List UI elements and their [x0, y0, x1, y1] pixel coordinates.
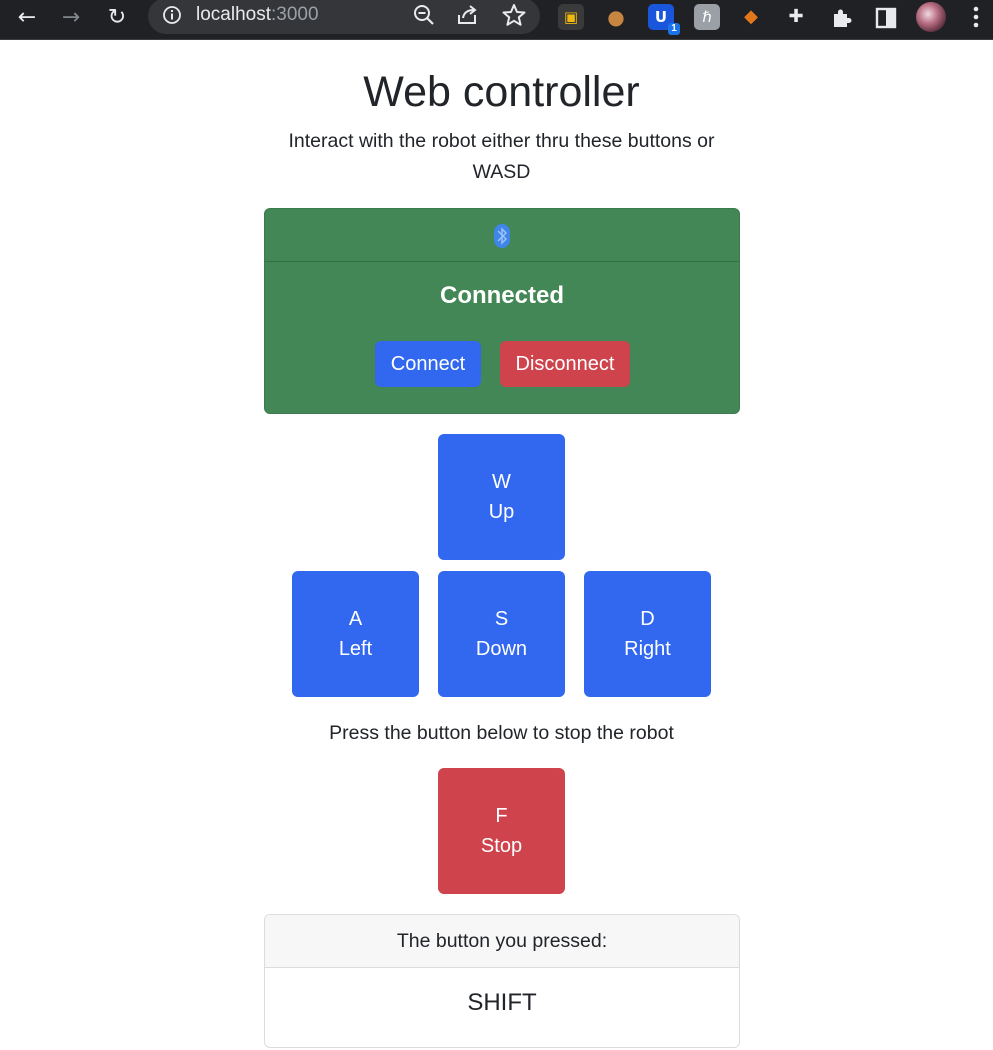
cookie-extension-icon[interactable]: ●: [603, 4, 629, 30]
connection-card: Connected Connect Disconnect: [264, 208, 740, 414]
stop-key-label: Stop: [480, 835, 523, 857]
bluetooth-icon: [494, 224, 510, 248]
cube-extension-icon[interactable]: ▣: [558, 4, 584, 30]
pressed-card: The button you pressed: SHIFT: [264, 914, 740, 1048]
zoom-out-icon[interactable]: [410, 1, 438, 29]
reload-icon[interactable]: ↻: [102, 3, 132, 33]
page-title: Web controller: [363, 68, 640, 116]
url-host: localhost: [196, 4, 271, 25]
fox-extension-icon[interactable]: ◆: [738, 4, 764, 30]
up-button[interactable]: W Up: [438, 434, 565, 560]
url-text[interactable]: localhost:3000: [196, 2, 319, 28]
stop-button[interactable]: F Stop: [438, 768, 565, 894]
forward-icon[interactable]: →: [56, 3, 86, 33]
pin-extension-icon[interactable]: ✚: [783, 4, 809, 30]
stop-hint: Press the button below to stop the robot: [329, 722, 674, 744]
stop-key-letter: F: [495, 805, 508, 827]
shield-extension-icon[interactable]: U1: [648, 4, 680, 35]
up-key-label: Up: [488, 501, 515, 523]
disconnect-button[interactable]: Disconnect: [500, 341, 630, 387]
info-icon[interactable]: [162, 5, 182, 25]
left-key-letter: A: [348, 608, 363, 630]
browser-toolbar: ← → ↻ localhost:3000 ▣ ● U1 ℏ ◆ ✚: [0, 0, 993, 40]
share-icon[interactable]: [454, 1, 482, 29]
profile-avatar[interactable]: [916, 2, 946, 32]
left-button[interactable]: A Left: [292, 571, 419, 697]
star-icon[interactable]: [500, 1, 528, 29]
down-button[interactable]: S Down: [438, 571, 565, 697]
left-key-label: Left: [338, 638, 373, 660]
pressed-value: SHIFT: [467, 989, 537, 1016]
extension-badge: 1: [668, 23, 680, 35]
right-key-label: Right: [624, 638, 671, 660]
url-port: :3000: [271, 4, 319, 25]
pressed-card-header: The button you pressed:: [265, 915, 739, 968]
address-bar[interactable]: localhost:3000: [148, 0, 540, 34]
up-key-letter: W: [492, 471, 511, 493]
right-key-letter: D: [640, 608, 655, 630]
right-button[interactable]: D Right: [584, 571, 711, 697]
connection-card-header: [265, 209, 739, 262]
letter-extension-icon[interactable]: ℏ: [694, 4, 720, 30]
down-key-label: Down: [475, 638, 528, 660]
back-icon[interactable]: ←: [12, 3, 42, 33]
connection-status: Connected: [439, 282, 564, 309]
connect-button[interactable]: Connect: [375, 341, 481, 387]
down-key-letter: S: [494, 608, 509, 630]
kebab-menu-icon[interactable]: [966, 4, 986, 30]
puzzle-icon[interactable]: [829, 5, 855, 31]
page-subtitle: Interact with the robot either thru thes…: [288, 130, 715, 183]
side-panel-icon[interactable]: [873, 5, 899, 31]
